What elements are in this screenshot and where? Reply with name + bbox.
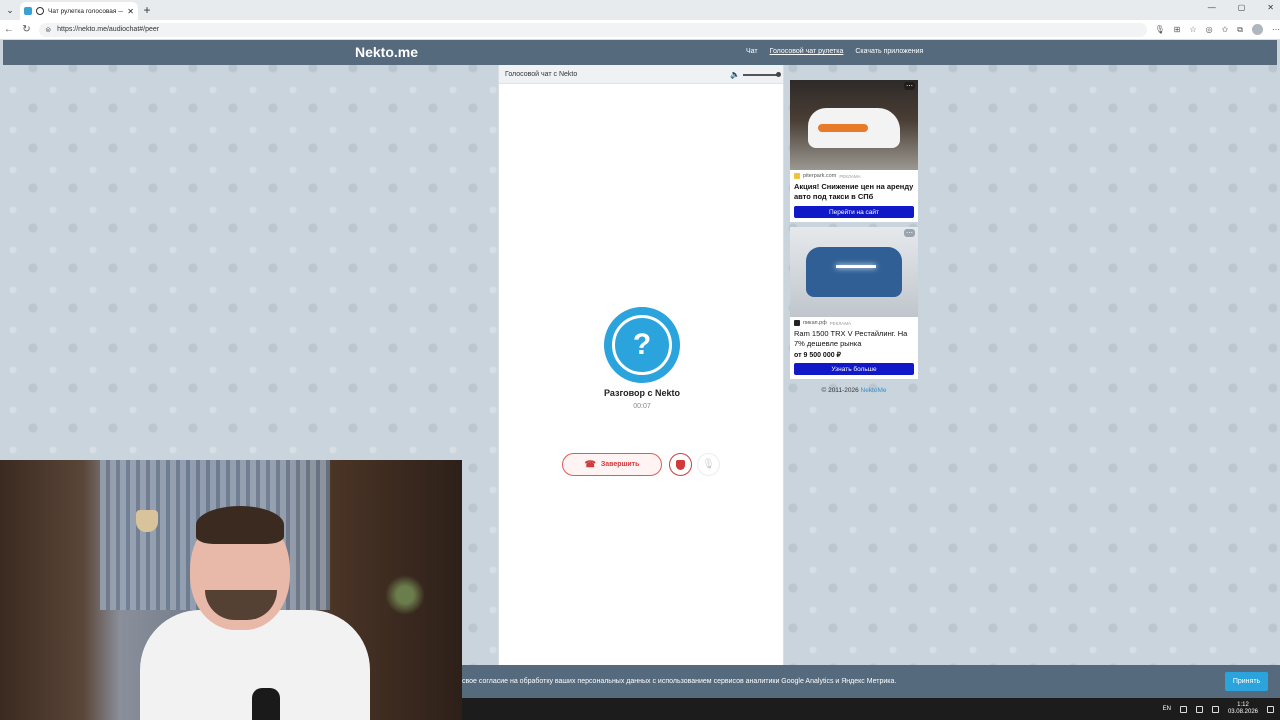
ad-title[interactable]: Акция! Снижение цен на аренду авто под т… [794,182,914,202]
report-button[interactable] [669,453,692,476]
address-bar[interactable]: ⊜ https://nekto.me/audiochat#/peer [39,22,1147,37]
cookie-banner: свое согласие на обработку ваших персона… [462,665,1280,698]
window-controls: — ▢ ✕ [1208,3,1274,12]
cookie-accept-button[interactable]: Принять [1225,672,1268,691]
ad-price: от 9 500 000 ₽ [794,352,842,359]
ad-domain: piterpark.com [803,173,837,179]
chat-header-title: Голосовой чат с Nekto [505,70,578,78]
volume-slider[interactable] [743,71,781,77]
new-tab-button[interactable]: + [138,3,156,17]
back-icon[interactable]: ← [0,24,18,35]
browser-toolbar: ← ↻ ⊜ https://nekto.me/audiochat#/peer 🎙… [0,20,1280,40]
shield-icon [676,459,685,470]
ad-cta-button[interactable]: Перейти на сайт [794,206,914,218]
bookmark-star-icon[interactable]: ☆ [1189,25,1196,34]
ad-tag: РЕКЛАМА [839,173,861,179]
question-mark-icon: ? [612,315,672,375]
lamp [136,510,158,532]
url-text: https://nekto.me/audiochat#/peer [57,26,160,33]
webcam-overlay [0,460,462,720]
tab-title: Чат рулетка голосовая — Ne [48,7,123,15]
nav-chat-link[interactable]: Чат [746,48,758,55]
nav-apps-link[interactable]: Скачать приложения [855,48,923,55]
call-timer: 00:07 [633,403,651,410]
more-menu-icon[interactable]: ⋯ [1272,25,1280,34]
ad-tag: РЕКЛАМА [829,320,852,326]
network-icon[interactable] [1179,705,1187,713]
footer-link[interactable]: NektoMe [861,387,887,394]
favorites-icon[interactable]: ✩ [1222,25,1229,34]
pickup-truck-image [806,247,902,297]
mute-mic-button[interactable]: 🎙 [697,453,720,476]
top-nav: Чат Голосовой чат рулетка Скачать прилож… [746,48,923,55]
ad-cta-button[interactable]: Узнать больше [794,363,914,375]
advertiser-icon [794,320,800,326]
notifications-icon[interactable] [1267,705,1274,713]
mic-permission-icon[interactable]: 🎙 [1155,25,1165,34]
language-indicator[interactable]: EN [1163,706,1171,712]
plant [385,575,425,615]
site-header: Nekto.me Чат Голосовой чат рулетка Скача… [3,40,1277,65]
browser-tab[interactable]: Чат рулетка голосовая — Ne ✕ [20,2,138,20]
extensions-icon[interactable]: ◎ [1206,25,1213,34]
os-taskbar: EN 1:12 03.08.2026 [462,698,1280,720]
chat-header: Голосовой чат с Nekto 🔈 [499,65,783,84]
ad-menu-icon[interactable]: ⋯ [904,229,915,237]
tab-close-icon[interactable]: ✕ [127,7,134,16]
ad-image[interactable]: ⋯ [790,80,918,170]
reload-icon[interactable]: ↻ [18,24,36,35]
profile-avatar[interactable] [1252,24,1264,35]
ad-title[interactable]: Ram 1500 TRX V Рестайлинг. На 7% дешевле… [794,329,914,349]
end-call-label: Завершить [600,461,640,468]
volume-control[interactable]: 🔈 [730,70,781,79]
site-favicon-icon [24,7,32,15]
ad-domain: пикап.рф [803,320,827,326]
copyright-text: © 2011-2026 [821,387,861,394]
site-info-icon[interactable]: ⊜ [45,26,51,34]
maximize-icon[interactable]: ▢ [1238,3,1246,12]
volume-tray-icon[interactable] [1195,705,1203,713]
peer-name: Разговор с Nekto [603,388,681,398]
site-logo[interactable]: Nekto.me [355,44,418,60]
peer-avatar: ? [604,307,680,383]
close-window-icon[interactable]: ✕ [1267,3,1274,12]
collections-icon[interactable]: ⧉ [1237,25,1243,35]
speaker-icon: 🔈 [730,70,740,79]
volume-knob[interactable] [776,71,781,77]
taxi-car-image [808,108,900,148]
ad-card[interactable]: ⋯ пикап.рф РЕКЛАМА Ram 1500 TRX V Рестай… [790,227,918,379]
ad-source: piterpark.com РЕКЛАМА [794,173,914,179]
tab-list-icon[interactable]: ⌄ [0,0,20,20]
ad-image[interactable]: ⋯ [790,227,918,317]
clock-time: 1:12 [1237,702,1249,708]
toolbar-icons: 🎙 ⊞ ☆ ◎ ✩ ⧉ ⋯ [1155,24,1280,35]
microphone-icon: 🎙 [702,459,715,470]
ad-source: пикап.рф РЕКЛАМА [794,320,914,326]
translate-icon[interactable]: ⊞ [1174,25,1181,34]
voice-chat-panel: Голосовой чат с Nekto 🔈 ? Разговор с Nek… [498,65,784,665]
hang-up-icon: ☎ [584,459,596,469]
clock-date: 03.08.2026 [1227,709,1258,715]
cookie-text: свое согласие на обработку ваших персона… [462,678,897,685]
nav-voice-chat-link[interactable]: Голосовой чат рулетка [770,48,844,55]
advertiser-icon [794,173,800,179]
recording-icon [36,7,44,15]
ads-column: ⋯ piterpark.com РЕКЛАМА Акция! Снижение … [790,80,918,394]
copyright: © 2011-2026 NektoMe [790,387,918,394]
ad-card[interactable]: ⋯ piterpark.com РЕКЛАМА Акция! Снижение … [790,80,918,222]
end-call-button[interactable]: ☎ Завершить [562,453,662,476]
browser-tabbar: ⌄ Чат рулетка голосовая — Ne ✕ + — ▢ ✕ [0,0,1280,20]
minimize-icon[interactable]: — [1208,3,1216,12]
ad-menu-icon[interactable]: ⋯ [904,82,915,90]
clock[interactable]: 1:12 03.08.2026 [1228,702,1258,716]
battery-icon[interactable] [1211,705,1219,713]
streamer-microphone [252,688,280,720]
